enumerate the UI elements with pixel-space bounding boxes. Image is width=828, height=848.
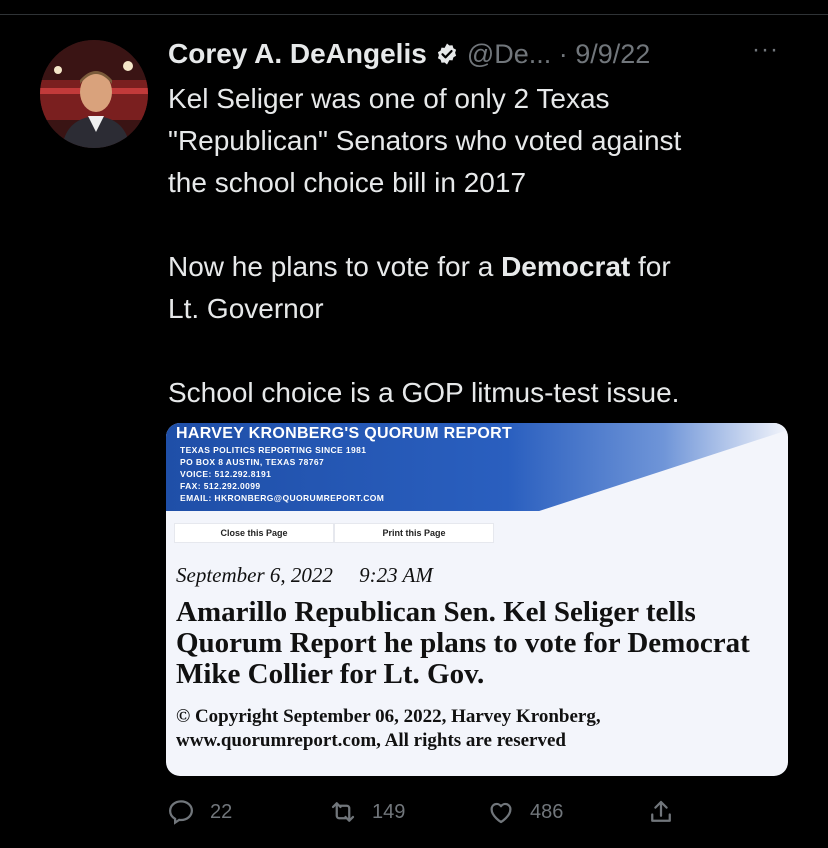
banner-line: FAX: 512.292.0099 xyxy=(180,481,261,491)
article-date: September 6, 2022 9:23 AM xyxy=(176,563,433,587)
top-divider xyxy=(0,14,828,15)
tweet-text: Kel Seliger was one of only 2 Texas "Rep… xyxy=(168,78,788,414)
quorum-report-banner: HARVEY KRONBERG'S QUORUM REPORT TEXAS PO… xyxy=(166,423,788,511)
reply-button[interactable]: 22 xyxy=(166,790,232,834)
handle-and-date[interactable]: @De... · 9/9/22 xyxy=(467,39,651,70)
like-button[interactable]: 486 xyxy=(486,790,563,834)
banner-line: TEXAS POLITICS REPORTING SINCE 1981 xyxy=(180,445,367,455)
article-headline: Amarillo Republican Sen. Kel Seliger tel… xyxy=(176,596,750,690)
tweet-header: Corey A. DeAngelis @De... · 9/9/22 xyxy=(168,34,650,74)
retweet-button[interactable]: 149 xyxy=(328,790,405,834)
reply-icon xyxy=(168,800,194,825)
banner-line: PO BOX 8 AUSTIN, TEXAS 78767 xyxy=(180,457,325,467)
like-count: 486 xyxy=(530,800,564,823)
article-copyright: © Copyright September 06, 2022, Harvey K… xyxy=(176,706,601,751)
heart-icon xyxy=(490,802,512,824)
tweet-text-bold: Democrat xyxy=(501,251,631,282)
avatar[interactable] xyxy=(40,40,148,148)
close-page-button: Close this Page xyxy=(174,523,334,543)
verified-badge-icon xyxy=(435,42,459,66)
tweet-actions: 22 149 486 xyxy=(0,790,828,834)
banner-title: HARVEY KRONBERG'S QUORUM REPORT xyxy=(176,425,513,442)
banner-line: EMAIL: HKRONBERG@QUORUMREPORT.COM xyxy=(180,493,385,503)
reply-count: 22 xyxy=(210,800,233,823)
page-button-bar: Close this Page Print this Page xyxy=(174,523,494,543)
share-button[interactable] xyxy=(646,790,676,834)
share-icon xyxy=(651,800,671,822)
retweet-count: 149 xyxy=(372,800,406,823)
print-page-button: Print this Page xyxy=(334,523,494,543)
author-name[interactable]: Corey A. DeAngelis xyxy=(168,38,427,70)
retweet-icon xyxy=(331,802,355,822)
banner-line: VOICE: 512.292.8191 xyxy=(180,469,272,479)
more-options-icon[interactable]: ··· xyxy=(752,36,779,64)
attached-image-card[interactable]: HARVEY KRONBERG'S QUORUM REPORT TEXAS PO… xyxy=(166,423,788,776)
